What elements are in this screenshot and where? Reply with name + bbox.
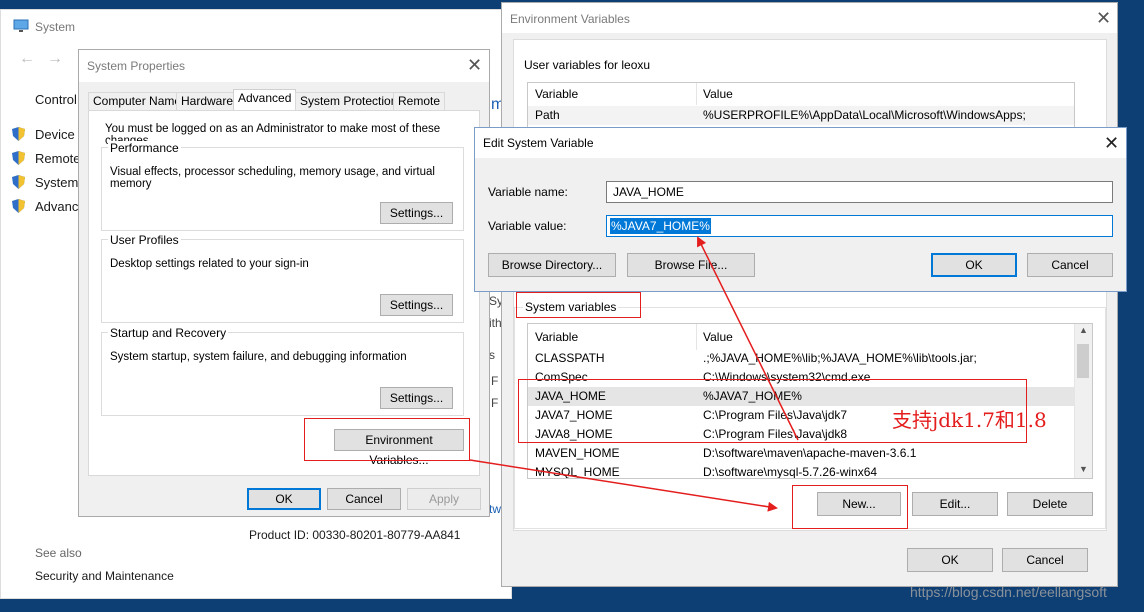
watermark: https://blog.csdn.net/eellangsoft <box>910 584 1107 600</box>
arrow-rows-to-value <box>697 236 799 441</box>
arrow-env-to-new <box>469 459 778 512</box>
annotation-arrows <box>469 236 799 512</box>
